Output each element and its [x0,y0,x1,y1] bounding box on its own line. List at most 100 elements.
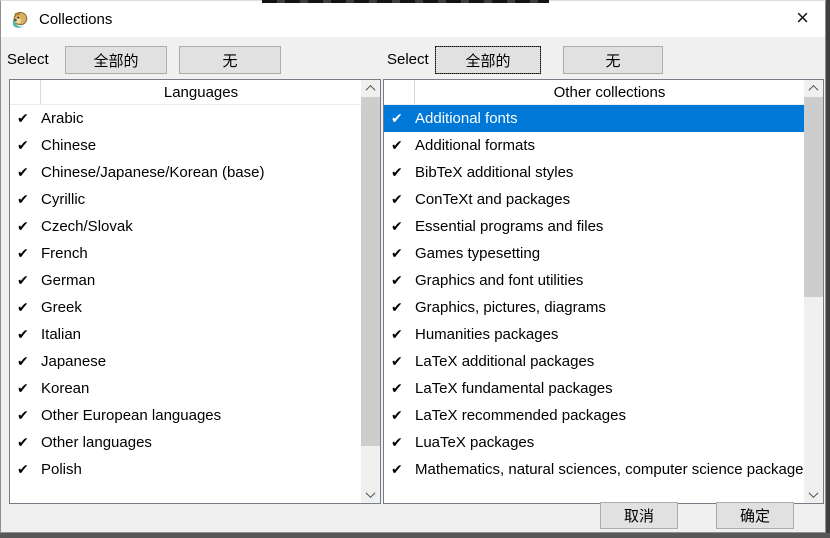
list-item[interactable]: ✔Additional fonts [384,105,804,132]
collections-header-row: Other collections [384,80,804,105]
right-select-all-button[interactable]: 全部的 [435,46,541,74]
list-item[interactable]: ✔LaTeX additional packages [384,348,804,375]
list-item-label: ConTeXt and packages [415,191,804,208]
list-item[interactable]: ✔Czech/Slovak [10,213,361,240]
chevron-up-icon [809,85,819,95]
ok-button[interactable]: 确定 [716,502,794,529]
left-select-label: Select [7,51,49,68]
list-item[interactable]: ✔Cyrillic [10,186,361,213]
scroll-down-button[interactable] [361,486,380,503]
list-item[interactable]: ✔Humanities packages [384,321,804,348]
other-collections-list[interactable]: ✔Additional fonts✔Additional formats✔Bib… [384,105,804,503]
collections-dialog: Collections × Select 全部的 无 Select 全部的 无 … [0,0,826,533]
desktop-background: { "window": { "title": "Collections", "c… [0,0,830,538]
list-item-label: Additional formats [415,137,804,154]
checkmark-icon: ✔ [384,407,415,424]
list-item[interactable]: ✔LuaTeX packages [384,429,804,456]
list-item-label: Greek [41,299,361,316]
list-item[interactable]: ✔German [10,267,361,294]
languages-list[interactable]: ✔Arabic✔Chinese✔Chinese/Japanese/Korean … [10,105,361,503]
background-window-remnant-top [262,0,549,3]
languages-header-row: Languages [10,80,361,105]
list-item-label: LuaTeX packages [415,434,804,451]
list-item-label: Chinese/Japanese/Korean (base) [41,164,361,181]
list-item-label: Japanese [41,353,361,370]
list-item[interactable]: ✔Other European languages [10,402,361,429]
list-item[interactable]: ✔Mathematics, natural sciences, computer… [384,456,804,483]
list-item[interactable]: ✔Essential programs and files [384,213,804,240]
list-item[interactable]: ✔Japanese [10,348,361,375]
checkmark-icon: ✔ [10,461,41,478]
checkmark-icon: ✔ [10,272,41,289]
scroll-thumb[interactable] [361,97,380,446]
checkmark-icon: ✔ [384,164,415,181]
list-item[interactable]: ✔LaTeX recommended packages [384,402,804,429]
list-item[interactable]: ✔ConTeXt and packages [384,186,804,213]
list-item-label: French [41,245,361,262]
list-item[interactable]: ✔Korean [10,375,361,402]
checkmark-icon: ✔ [384,326,415,343]
list-item[interactable]: ✔Graphics, pictures, diagrams [384,294,804,321]
list-item-label: Italian [41,326,361,343]
scroll-up-button[interactable] [804,80,823,97]
list-item[interactable]: ✔LaTeX fundamental packages [384,375,804,402]
checkmark-icon: ✔ [10,164,41,181]
left-select-all-button[interactable]: 全部的 [65,46,167,74]
checkmark-icon: ✔ [10,299,41,316]
right-scrollbar[interactable] [804,80,823,503]
list-item[interactable]: ✔Other languages [10,429,361,456]
background-window-remnant-bottom [0,533,830,538]
collections-column-header: Other collections [415,80,804,104]
checkmark-icon: ✔ [384,218,415,235]
list-item[interactable]: ✔Arabic [10,105,361,132]
list-item[interactable]: ✔French [10,240,361,267]
list-item[interactable]: ✔Graphics and font utilities [384,267,804,294]
scroll-thumb[interactable] [804,97,823,297]
list-item-label: Additional fonts [415,110,804,127]
list-item-label: Czech/Slovak [41,218,361,235]
chevron-down-icon [366,488,376,498]
left-scrollbar[interactable] [361,80,380,503]
list-item-label: BibTeX additional styles [415,164,804,181]
checkmark-icon: ✔ [384,110,415,127]
list-item-label: German [41,272,361,289]
checkbox-column-header [384,80,415,104]
list-item[interactable]: ✔Italian [10,321,361,348]
list-item[interactable]: ✔Additional formats [384,132,804,159]
list-item-label: Graphics, pictures, diagrams [415,299,804,316]
list-item-label: Humanities packages [415,326,804,343]
checkmark-icon: ✔ [384,137,415,154]
checkmark-icon: ✔ [10,434,41,451]
list-item[interactable]: ✔Greek [10,294,361,321]
checkmark-icon: ✔ [384,461,415,478]
list-item[interactable]: ✔Chinese/Japanese/Korean (base) [10,159,361,186]
languages-column-header: Languages [41,80,361,104]
title-bar: Collections × [1,1,825,37]
list-item[interactable]: ✔Polish [10,456,361,483]
list-item[interactable]: ✔BibTeX additional styles [384,159,804,186]
right-select-none-button[interactable]: 无 [563,46,663,74]
list-item-label: Chinese [41,137,361,154]
checkmark-icon: ✔ [384,299,415,316]
list-item[interactable]: ✔Chinese [10,132,361,159]
close-button[interactable]: × [780,1,825,34]
left-select-none-button[interactable]: 无 [179,46,281,74]
cancel-button[interactable]: 取消 [600,502,678,529]
list-item-label: Polish [41,461,361,478]
texlive-lion-icon [11,10,30,29]
scroll-track[interactable] [804,97,823,486]
checkmark-icon: ✔ [384,353,415,370]
scroll-down-button[interactable] [804,486,823,503]
checkmark-icon: ✔ [10,407,41,424]
scroll-track[interactable] [361,97,380,486]
checkbox-column-header [10,80,41,104]
list-item-label: Graphics and font utilities [415,272,804,289]
right-select-label: Select [387,51,429,68]
window-title: Collections [39,11,112,28]
list-item-label: Korean [41,380,361,397]
checkmark-icon: ✔ [384,272,415,289]
list-item[interactable]: ✔Games typesetting [384,240,804,267]
scroll-up-button[interactable] [361,80,380,97]
checkmark-icon: ✔ [10,218,41,235]
checkmark-icon: ✔ [10,353,41,370]
